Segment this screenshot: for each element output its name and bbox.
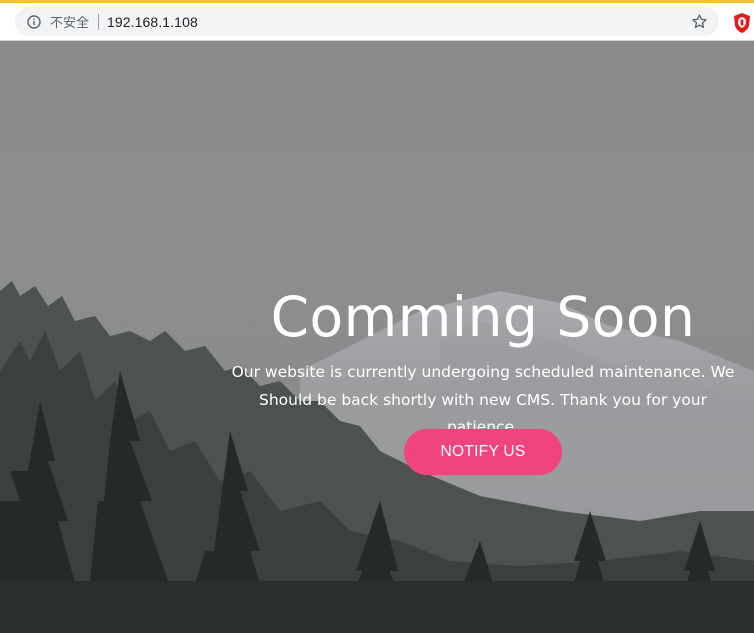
hero-section: Comming Soon Our website is currently un… xyxy=(212,283,754,442)
bookmark-star-icon[interactable] xyxy=(690,12,709,31)
info-icon[interactable] xyxy=(26,14,42,30)
address-separator xyxy=(98,13,100,30)
url-text[interactable]: 192.168.1.108 xyxy=(107,14,198,30)
browser-toolbar: 不安全 192.168.1.108 xyxy=(0,3,754,41)
security-status-label[interactable]: 不安全 xyxy=(50,12,89,31)
extension-icon[interactable] xyxy=(732,12,752,34)
maintenance-page: Comming Soon Our website is currently un… xyxy=(0,41,754,633)
page-title: Comming Soon xyxy=(270,285,696,349)
notify-us-button[interactable]: NOTIFY US xyxy=(404,429,562,475)
address-bar[interactable]: 不安全 192.168.1.108 xyxy=(15,7,719,36)
